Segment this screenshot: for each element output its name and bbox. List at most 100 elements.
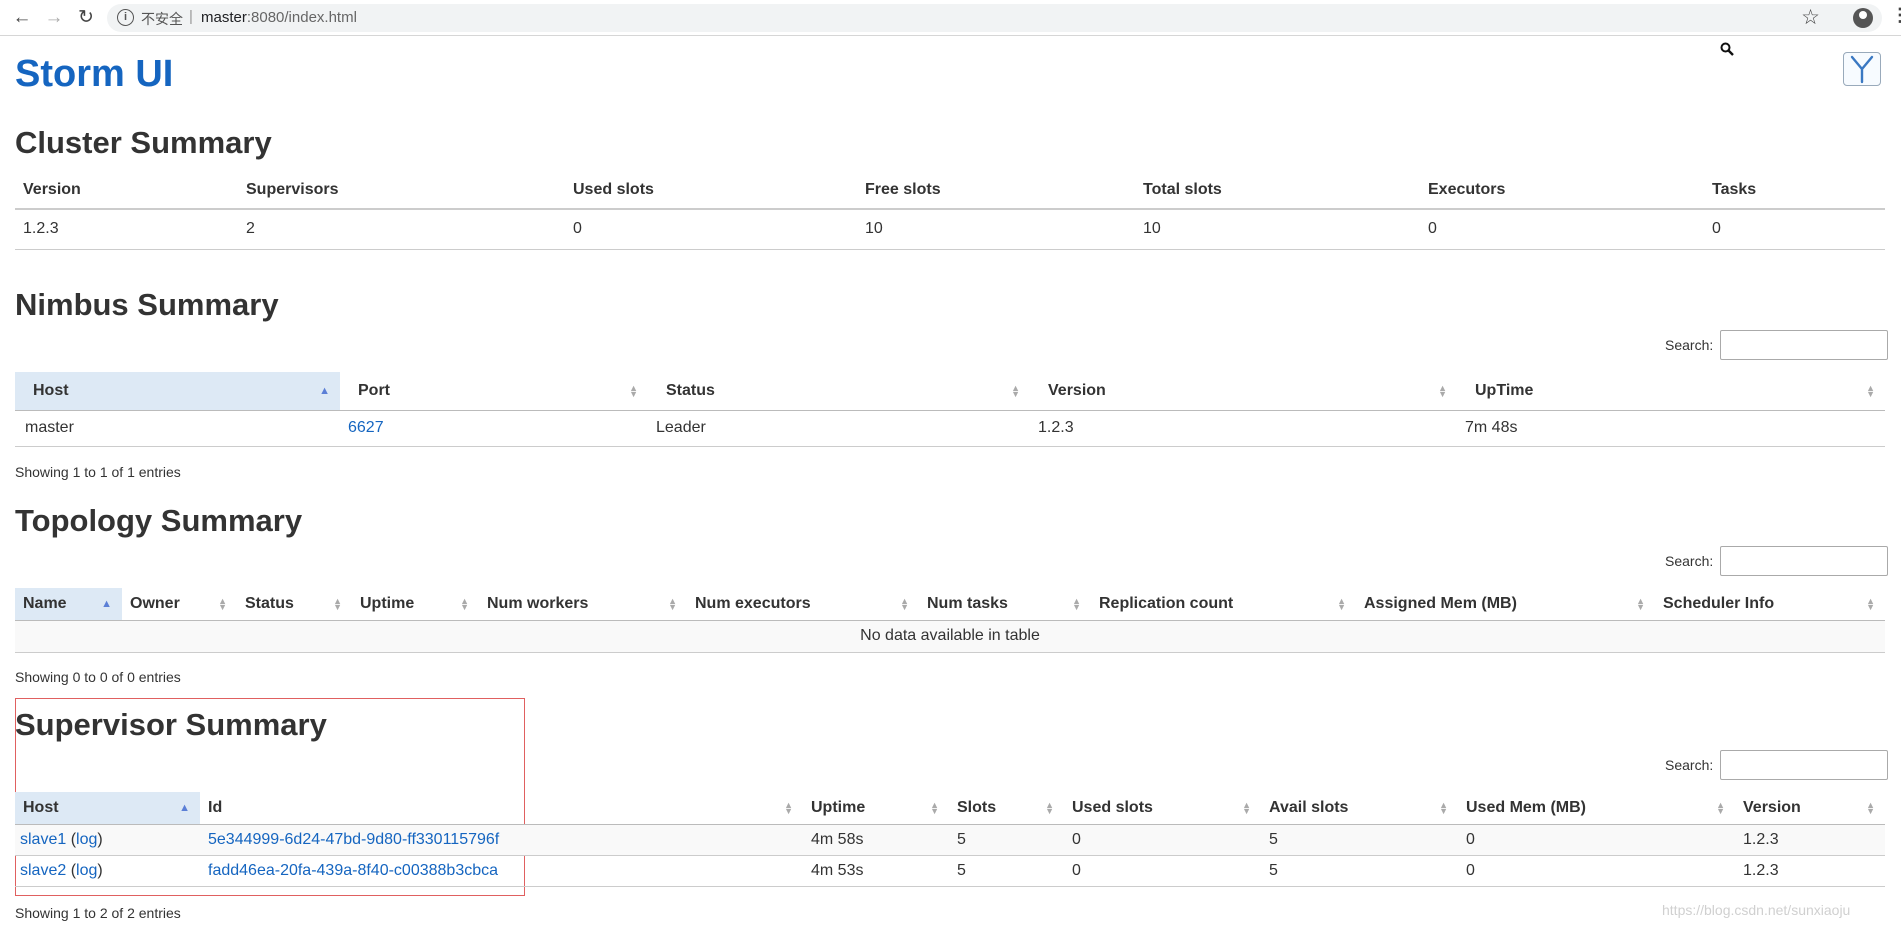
browser-toolbar: ← → ↻ i 不安全 | master:8080/index.html ☆ ⋮ bbox=[0, 0, 1901, 36]
sort-icon: ▲ ▼ bbox=[1011, 382, 1020, 399]
col-uptime-label: Uptime bbox=[360, 594, 415, 612]
address-url[interactable]: master:8080/index.html bbox=[201, 9, 357, 26]
sort-icon: ▲ ▼ bbox=[460, 595, 469, 612]
cell-slots: 5 bbox=[957, 830, 966, 848]
topology-search-input[interactable] bbox=[1720, 546, 1888, 576]
col-uptime-sortable[interactable]: Uptime ▲ ▼ bbox=[352, 588, 479, 620]
topology-summary-heading: Topology Summary bbox=[15, 503, 303, 538]
port-link[interactable]: 6627 bbox=[348, 419, 384, 436]
cell-version: 1.2.3 bbox=[23, 220, 59, 238]
sort-icon: ▲ ▼ bbox=[900, 595, 909, 612]
col-status-sortable[interactable]: Status ▲ ▼ bbox=[237, 588, 352, 620]
col-used-slots-sortable[interactable]: Used slots ▲ ▼ bbox=[1064, 792, 1261, 824]
col-num-tasks-sortable[interactable]: Num tasks ▲ ▼ bbox=[919, 588, 1091, 620]
nimbus-search-label: Search: bbox=[1665, 337, 1714, 353]
topology-search-label: Search: bbox=[1665, 553, 1714, 569]
col-num-tasks-label: Num tasks bbox=[927, 594, 1008, 612]
cluster-summary-table: Version Supervisors Used slots Free slot… bbox=[15, 172, 1885, 250]
sort-icon: ▲ ▼ bbox=[1045, 799, 1054, 816]
nimbus-summary-table: Host ▲ Port ▲ ▼ Status ▲ ▼ Version ▲ ▼ UpTime ▲ ▼… bbox=[15, 372, 1885, 447]
col-executors: Executors bbox=[1428, 181, 1506, 198]
col-version-sortable[interactable]: Version ▲ ▼ bbox=[1735, 792, 1885, 824]
cell-used-slots: 0 bbox=[573, 220, 582, 238]
col-version: Version bbox=[23, 181, 81, 198]
col-slots-sortable[interactable]: Slots ▲ ▼ bbox=[949, 792, 1064, 824]
supervisor-search-label: Search: bbox=[1665, 757, 1714, 773]
col-version-sortable[interactable]: Version ▲ ▼ bbox=[1030, 372, 1457, 410]
forward-arrow-icon[interactable]: → bbox=[42, 6, 66, 30]
app-title: Storm UI bbox=[15, 53, 174, 95]
col-avail-slots-label: Avail slots bbox=[1269, 798, 1349, 816]
col-scheduler-info-sortable[interactable]: Scheduler Info ▲ ▼ bbox=[1655, 588, 1885, 620]
extension-logo-icon[interactable] bbox=[1843, 52, 1881, 86]
col-avail-slots-sortable[interactable]: Avail slots ▲ ▼ bbox=[1261, 792, 1458, 824]
host-link[interactable]: slave2 bbox=[20, 862, 66, 879]
profile-avatar-icon[interactable] bbox=[1853, 8, 1873, 28]
col-assigned-mem-sortable[interactable]: Assigned Mem (MB) ▲ ▼ bbox=[1356, 588, 1655, 620]
col-host-sortable[interactable]: Host ▲ bbox=[15, 792, 200, 824]
col-id-sortable[interactable]: Id ▲ ▼ bbox=[200, 792, 803, 824]
cell-avail-slots: 5 bbox=[1269, 861, 1278, 879]
host-link[interactable]: slave1 bbox=[20, 831, 66, 848]
col-replication-count-sortable[interactable]: Replication count ▲ ▼ bbox=[1091, 588, 1356, 620]
url-path: :8080/index.html bbox=[246, 9, 357, 26]
nimbus-summary-heading: Nimbus Summary bbox=[15, 287, 279, 322]
table-row: 1.2.3 2 0 10 10 0 0 bbox=[15, 209, 1885, 249]
sort-icon: ▲ ▼ bbox=[1337, 595, 1346, 612]
col-total-slots: Total slots bbox=[1143, 181, 1222, 198]
search-icon[interactable] bbox=[1720, 42, 1734, 56]
col-replication-count-label: Replication count bbox=[1099, 594, 1234, 612]
url-host: master bbox=[201, 9, 247, 26]
supervisor-id-link[interactable]: fadd46ea-20fa-439a-8f40-c00388b3cbca bbox=[208, 862, 498, 879]
supervisor-summary-table: Host ▲ Id ▲ ▼ Uptime ▲ ▼ Slots ▲ ▼ Used slots ▲ ▼… bbox=[15, 792, 1885, 887]
cell-uptime: 4m 58s bbox=[811, 830, 864, 848]
table-row: master 6627 Leader 1.2.3 7m 48s bbox=[15, 410, 1885, 446]
sort-icon: ▲ ▼ bbox=[1439, 799, 1448, 816]
address-separator: | bbox=[189, 8, 193, 25]
col-used-mem-sortable[interactable]: Used Mem (MB) ▲ ▼ bbox=[1458, 792, 1735, 824]
col-host-sortable[interactable]: Host ▲ bbox=[15, 372, 340, 410]
supervisor-summary-heading: Supervisor Summary bbox=[15, 707, 327, 742]
browser-menu-icon[interactable]: ⋮ bbox=[1891, 5, 1901, 26]
col-num-executors-label: Num executors bbox=[695, 594, 811, 612]
sort-icon: ▲ ▼ bbox=[1716, 799, 1725, 816]
sort-icon: ▲ ▼ bbox=[629, 382, 638, 399]
supervisor-entries-info: Showing 1 to 2 of 2 entries bbox=[15, 905, 181, 921]
col-used-slots-label: Used slots bbox=[1072, 798, 1153, 816]
sort-asc-icon: ▲ bbox=[101, 597, 112, 610]
sort-icon: ▲ ▼ bbox=[1072, 595, 1081, 612]
col-supervisors: Supervisors bbox=[246, 181, 339, 198]
sort-icon: ▲ ▼ bbox=[218, 595, 227, 612]
col-status-sortable[interactable]: Status ▲ ▼ bbox=[648, 372, 1030, 410]
col-status-label: Status bbox=[666, 381, 715, 399]
col-slots-label: Slots bbox=[957, 798, 997, 816]
nimbus-search-input[interactable] bbox=[1720, 330, 1888, 360]
back-arrow-icon[interactable]: ← bbox=[10, 6, 34, 30]
table-row: No data available in table bbox=[15, 620, 1885, 652]
col-num-workers-sortable[interactable]: Num workers ▲ ▼ bbox=[479, 588, 687, 620]
col-host-label: Host bbox=[23, 798, 59, 816]
col-port-sortable[interactable]: Port ▲ ▼ bbox=[340, 372, 648, 410]
col-uptime-sortable[interactable]: UpTime ▲ ▼ bbox=[1457, 372, 1885, 410]
col-name-sortable[interactable]: Name ▲ bbox=[15, 588, 122, 620]
col-owner-sortable[interactable]: Owner ▲ ▼ bbox=[122, 588, 237, 620]
supervisor-id-link[interactable]: 5e344999-6d24-47bd-9d80-ff330115796f bbox=[208, 831, 499, 848]
address-bar[interactable]: i 不安全 | master:8080/index.html ☆ bbox=[107, 4, 1882, 32]
sort-icon: ▲ ▼ bbox=[333, 595, 342, 612]
supervisor-search-input[interactable] bbox=[1720, 750, 1888, 780]
col-name-label: Name bbox=[23, 594, 67, 612]
cell-slots: 5 bbox=[957, 861, 966, 879]
info-icon[interactable]: i bbox=[117, 9, 134, 26]
sort-asc-icon: ▲ bbox=[319, 384, 330, 397]
sort-icon: ▲ ▼ bbox=[1438, 382, 1447, 399]
log-link[interactable]: log bbox=[76, 831, 97, 848]
col-num-executors-sortable[interactable]: Num executors ▲ ▼ bbox=[687, 588, 919, 620]
reload-icon[interactable]: ↻ bbox=[74, 6, 98, 30]
col-num-workers-label: Num workers bbox=[487, 594, 589, 612]
bookmark-star-icon[interactable]: ☆ bbox=[1801, 5, 1820, 30]
col-uptime-sortable[interactable]: Uptime ▲ ▼ bbox=[803, 792, 949, 824]
cell-free-slots: 10 bbox=[865, 220, 883, 238]
log-link[interactable]: log bbox=[76, 862, 97, 879]
col-owner-label: Owner bbox=[130, 594, 180, 612]
empty-table-message: No data available in table bbox=[860, 627, 1040, 644]
